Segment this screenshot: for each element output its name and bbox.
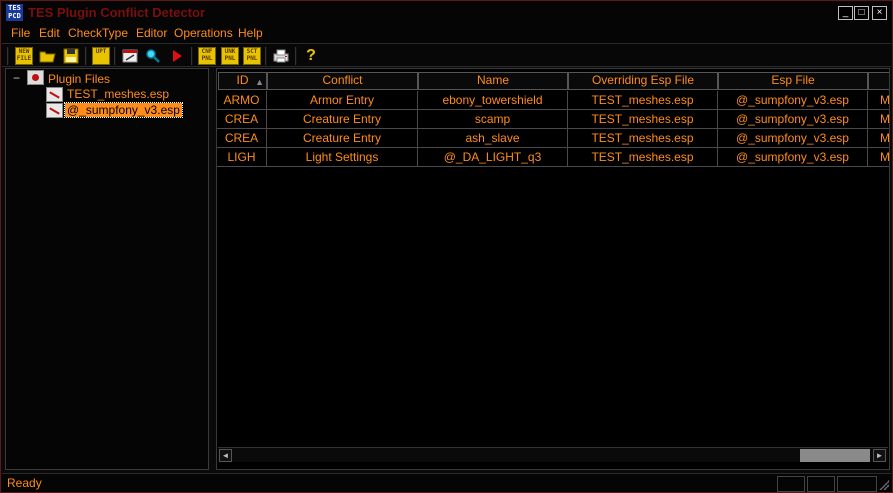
toolbar-separator <box>265 47 267 65</box>
conflict-list[interactable]: ID ▲ Conflict Name Overriding Esp File E… <box>216 68 890 470</box>
cell-conflict: Armor Entry <box>267 91 418 110</box>
column-header-name[interactable]: Name <box>418 72 568 90</box>
horizontal-scrollbar[interactable]: ◄ ► <box>218 447 888 462</box>
status-bar: Ready <box>2 473 891 492</box>
cell-extra: M <box>868 91 889 110</box>
cell-conflict: Creature Entry <box>267 110 418 129</box>
menu-edit[interactable]: Edit <box>39 26 60 40</box>
cell-id: CREA <box>217 129 267 148</box>
cell-conflict: Creature Entry <box>267 129 418 148</box>
main-window: TES PCD TES Plugin Conflict Detector _ □… <box>0 0 893 493</box>
close-button[interactable]: × <box>872 6 887 20</box>
cell-name: scamp <box>418 110 568 129</box>
toolbar-separator <box>85 47 87 65</box>
cell-overriding: TEST_meshes.esp <box>568 148 718 167</box>
cell-overriding: TEST_meshes.esp <box>568 129 718 148</box>
menu-editor[interactable]: Editor <box>136 26 167 40</box>
status-panel <box>807 476 835 492</box>
cell-name: @_DA_LIGHT_q3 <box>418 148 568 167</box>
menu-checktype[interactable]: CheckType <box>68 26 128 40</box>
conflicts-panel-button[interactable]: CNF PNL <box>198 47 216 65</box>
edit-window-icon[interactable] <box>121 47 139 65</box>
app-icon[interactable]: TES PCD <box>6 4 23 21</box>
toolbar-separator <box>114 47 116 65</box>
select-panel-button[interactable]: SCT PNL <box>243 47 261 65</box>
cell-overriding: TEST_meshes.esp <box>568 110 718 129</box>
cell-overriding: TEST_meshes.esp <box>568 91 718 110</box>
window-title: TES Plugin Conflict Detector <box>28 5 205 20</box>
new-file-button[interactable]: NEW FILE <box>15 47 33 65</box>
tree-collapse-toggle[interactable]: − <box>13 71 20 85</box>
cell-esp: @_sumpfony_v3.esp <box>718 148 868 167</box>
table-row[interactable]: ARMO Armor Entry ebony_towershield TEST_… <box>217 91 889 110</box>
cell-esp: @_sumpfony_v3.esp <box>718 129 868 148</box>
update-button[interactable]: UPT <box>92 47 110 65</box>
table-row[interactable]: LIGH Light Settings @_DA_LIGHT_q3 TEST_m… <box>217 148 889 167</box>
cell-extra: M <box>868 129 889 148</box>
cell-name: ebony_towershield <box>418 91 568 110</box>
cell-name: ash_slave <box>418 129 568 148</box>
play-arrow-icon[interactable] <box>168 47 186 65</box>
toolbar: NEW FILE UPT CNF PNL UNK PNL SCT PNL ? <box>2 43 891 67</box>
tree-root-plugin-files[interactable]: Plugin Files <box>48 72 110 86</box>
menu-operations[interactable]: Operations <box>174 26 233 40</box>
menu-help[interactable]: Help <box>238 26 263 40</box>
open-folder-icon[interactable] <box>39 47 57 65</box>
maximize-button[interactable]: □ <box>854 6 869 20</box>
status-panel <box>837 476 877 492</box>
save-disk-icon[interactable] <box>62 47 80 65</box>
toolbar-separator <box>295 47 297 65</box>
plugin-files-icon <box>27 70 44 85</box>
toolbar-separator <box>191 47 193 65</box>
tree-item-test-meshes[interactable]: TEST_meshes.esp <box>67 87 169 101</box>
unknown-panel-button[interactable]: UNK PNL <box>221 47 239 65</box>
column-header-conflict[interactable]: Conflict <box>267 72 418 90</box>
toolbar-separator <box>7 47 9 65</box>
column-header-id[interactable]: ID ▲ <box>218 72 267 90</box>
magnifier-icon[interactable] <box>144 47 162 65</box>
cell-conflict: Light Settings <box>267 148 418 167</box>
tree-item-sumpfony[interactable]: @_sumpfony_v3.esp <box>64 102 183 118</box>
table-row[interactable]: CREA Creature Entry scamp TEST_meshes.es… <box>217 110 889 129</box>
status-text: Ready <box>7 476 42 490</box>
column-header-label: ID <box>236 73 249 87</box>
status-panel <box>777 476 805 492</box>
resize-grip[interactable] <box>879 480 889 490</box>
table-row[interactable]: CREA Creature Entry ash_slave TEST_meshe… <box>217 129 889 148</box>
help-icon[interactable]: ? <box>302 47 320 65</box>
cell-extra: M <box>868 148 889 167</box>
sort-ascending-icon: ▲ <box>255 77 264 87</box>
esp-file-icon <box>46 87 63 102</box>
cell-esp: @_sumpfony_v3.esp <box>718 91 868 110</box>
menu-bar: File Edit CheckType Editor Operations He… <box>2 23 891 43</box>
column-header-extra[interactable] <box>868 72 889 90</box>
esp-file-icon <box>46 103 63 118</box>
menu-file[interactable]: File <box>11 26 30 40</box>
scroll-right-button[interactable]: ► <box>873 449 886 462</box>
cell-id: LIGH <box>217 148 267 167</box>
plugin-tree[interactable]: − Plugin Files TEST_meshes.esp @_sumpfon… <box>5 68 209 470</box>
cell-esp: @_sumpfony_v3.esp <box>718 110 868 129</box>
cell-extra: M <box>868 110 889 129</box>
column-header-esp-file[interactable]: Esp File <box>718 72 868 90</box>
scroll-thumb[interactable] <box>800 449 870 462</box>
minimize-button[interactable]: _ <box>838 6 853 20</box>
printer-icon[interactable] <box>272 47 290 65</box>
scroll-left-button[interactable]: ◄ <box>219 449 232 462</box>
title-bar[interactable]: TES PCD TES Plugin Conflict Detector _ □… <box>2 2 891 23</box>
cell-id: CREA <box>217 110 267 129</box>
column-header-overriding[interactable]: Overriding Esp File <box>568 72 718 90</box>
cell-id: ARMO <box>217 91 267 110</box>
